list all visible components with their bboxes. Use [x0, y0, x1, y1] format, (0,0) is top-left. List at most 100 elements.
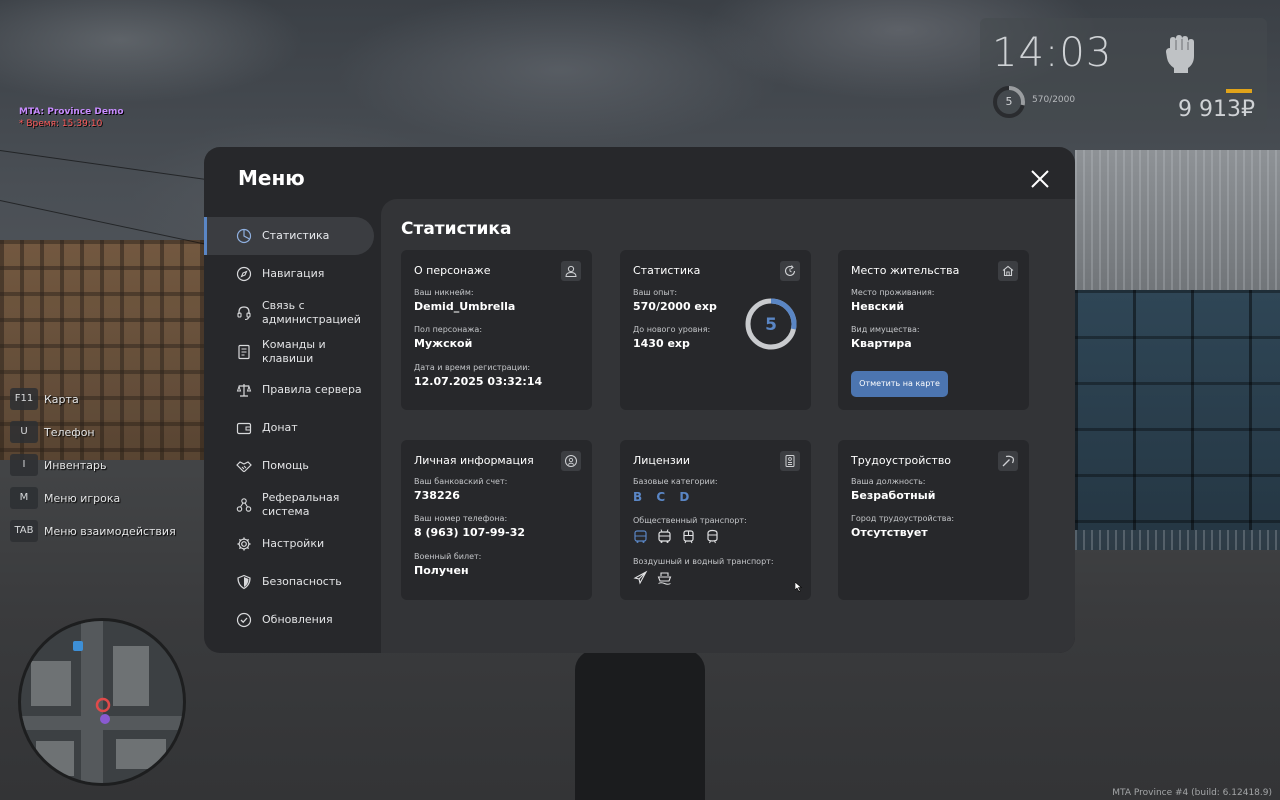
sidebar-item-admin-contact[interactable]: Связь с администрацией: [204, 293, 374, 333]
sidebar-item-label: Реферальная система: [262, 491, 340, 518]
level-progress-ring: 5: [745, 298, 797, 350]
category-c: C: [656, 490, 668, 504]
card-title: О персонаже: [414, 264, 491, 277]
level-number: 5: [765, 315, 777, 335]
property-value: Квартира: [851, 337, 912, 350]
military-value: Получен: [414, 564, 469, 577]
refresh-icon: [780, 261, 800, 281]
plane-icon: [633, 570, 648, 585]
sidebar-item-donate[interactable]: Донат: [204, 409, 374, 447]
house-icon: [998, 261, 1018, 281]
sidebar-item-statistics[interactable]: Статистика: [204, 217, 374, 255]
job-city-label: Город трудоустройства:: [851, 514, 955, 523]
handshake-icon: [236, 461, 252, 473]
scales-icon: [236, 384, 252, 397]
tram-icon: [683, 530, 694, 544]
license-categories: B C D: [633, 490, 697, 504]
card-title: Место жительства: [851, 264, 960, 277]
gender-label: Пол персонажа:: [414, 325, 483, 334]
hud-clock: 14:03: [992, 30, 1113, 76]
server-name: MTA: Province Demo: [19, 107, 124, 117]
check-circle-icon: [236, 612, 252, 628]
key-hints: F11 Карта U Телефон I Инвентарь M Меню и…: [10, 388, 176, 553]
document-icon: [238, 344, 250, 360]
close-icon[interactable]: [1028, 167, 1052, 191]
position-label: Ваша должность:: [851, 477, 926, 486]
minimap-block: [36, 741, 74, 776]
category-d: D: [679, 490, 692, 504]
hint-label: Инвентарь: [44, 458, 107, 472]
hint-label: Меню игрока: [44, 491, 121, 505]
nick-label: Ваш никнейм:: [414, 288, 474, 297]
build-version: MTA Province #4 (build: 6.12418.9): [1112, 788, 1272, 798]
hint-label: Меню взаимодействия: [44, 524, 176, 538]
license-card-icon: [780, 451, 800, 471]
sidebar-item-help[interactable]: Помощь: [204, 447, 374, 485]
sidebar-item-label: Обновления: [262, 613, 333, 626]
hud-exp: 570/2000: [1032, 95, 1076, 105]
headset-icon: [237, 306, 251, 321]
sidebar-item-updates[interactable]: Обновления: [204, 601, 374, 639]
place-value: Невский: [851, 300, 905, 313]
bus-stop-icon: [163, 637, 173, 647]
hint-player-menu: M Меню игрока: [10, 487, 176, 509]
sidebar-item-label: Связь с администрацией: [262, 299, 361, 326]
hint-label: Карта: [44, 392, 79, 406]
nick-value: Demid_Umbrella: [414, 300, 516, 313]
sidebar-item-label: Правила сервера: [262, 383, 362, 396]
content-title: Статистика: [401, 219, 512, 239]
next-level-label: До нового уровня:: [633, 325, 711, 334]
card-title: Статистика: [633, 264, 701, 277]
hud-money: 9 913₽: [1178, 97, 1255, 122]
bank-value: 738226: [414, 489, 460, 502]
hint-key: M: [10, 487, 38, 509]
sidebar-item-settings[interactable]: Настройки: [204, 525, 374, 563]
sidebar-item-referral[interactable]: Реферальная система: [204, 485, 374, 525]
player-character: [575, 650, 705, 800]
hint-label: Телефон: [44, 425, 95, 439]
sidebar-item-rules[interactable]: Правила сервера: [204, 371, 374, 409]
sidebar-item-label: Донат: [262, 421, 298, 434]
hint-key: F11: [10, 388, 38, 410]
hud-panel: 14:03 5 570/2000 9 913₽: [980, 18, 1267, 130]
hint-key: U: [10, 421, 38, 443]
category-b: B: [633, 490, 645, 504]
player-position-icon: [95, 697, 111, 713]
hint-key: I: [10, 454, 38, 476]
sidebar-item-navigation[interactable]: Навигация: [204, 255, 374, 293]
gear-icon: [237, 537, 251, 551]
sidebar-item-label: Настройки: [262, 537, 325, 550]
position-value: Безработный: [851, 489, 936, 502]
statistics-panel: Статистика О персонаже Ваш никнейм: Demi…: [381, 199, 1075, 653]
id-badge-icon: [561, 451, 581, 471]
pickaxe-icon: [998, 451, 1018, 471]
reg-value: 12.07.2025 03:32:14: [414, 375, 543, 388]
card-title: Лицензии: [633, 454, 691, 467]
property-label: Вид имущества:: [851, 325, 920, 334]
sidebar-item-commands[interactable]: Команды и клавиши: [204, 333, 374, 371]
hint-inventory: I Инвентарь: [10, 454, 176, 476]
place-label: Место проживания:: [851, 288, 935, 297]
card-character: О персонаже Ваш никнейм: Demid_Umbrella …: [401, 250, 592, 410]
card-personal: Личная информация Ваш банковский счет: 7…: [401, 440, 592, 600]
mark-on-map-button[interactable]: Отметить на карте: [851, 371, 948, 397]
mouse-cursor-icon: [795, 582, 803, 592]
building-right: [1075, 150, 1280, 550]
minimap-block: [31, 661, 71, 706]
server-info: MTA: Province Demo * Время: 15:39:10: [19, 106, 124, 130]
hint-key: TAB: [10, 520, 38, 542]
minimap-block: [116, 739, 166, 769]
sidebar-item-label: Команды и клавиши: [262, 338, 326, 365]
bank-label: Ваш банковский счет:: [414, 477, 508, 486]
wallet-icon: [236, 422, 252, 435]
air-water-icons: [633, 570, 681, 585]
sidebar-item-security[interactable]: Безопасность: [204, 563, 374, 601]
card-licenses: Лицензии Базовые категории: B C D Общест…: [620, 440, 811, 600]
minimap: [18, 618, 186, 786]
sidebar-item-label: Навигация: [262, 267, 325, 280]
menu-sidebar: Статистика Навигация Связь с администрац…: [204, 217, 380, 639]
network-icon: [236, 498, 252, 512]
air-water-label: Воздушный и водный транспорт:: [633, 557, 774, 566]
boat-icon: [657, 572, 672, 585]
military-label: Военный билет:: [414, 552, 482, 561]
